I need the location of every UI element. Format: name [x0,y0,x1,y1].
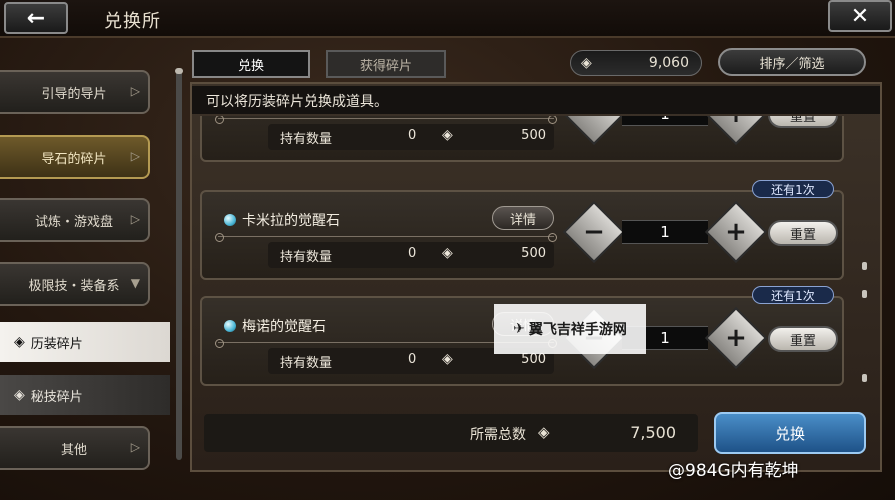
sidebar-item-secret-fragments[interactable]: ◈ 秘技碎片 [0,375,170,415]
sidebar-item-label: 导石的碎片 [41,151,107,167]
diamond-icon: ◈ [442,245,453,261]
scroll-knob[interactable] [862,374,867,382]
list-scrollbar[interactable] [862,262,867,386]
diamond-icon: ◈ [442,127,453,143]
diamond-icon: ◈ [14,334,25,350]
holdings-label: 持有数量 [280,132,333,147]
chevron-right-icon: ▷ [130,212,140,226]
watermark: ✈ 翼飞吉祥手游网 [494,304,646,354]
watermark-text: 翼飞吉祥手游网 [528,322,627,338]
scroll-knob[interactable] [862,262,867,270]
sidebar-item-label: 试炼・游戏盘 [34,214,113,230]
sidebar-item-limit-equipment[interactable]: 极限技・装备系 ▼ [0,262,150,306]
watermark-logo-icon: ✈ [513,321,525,337]
diamond-icon: ◈ [442,351,453,367]
sidebar-item-label: 极限技・装备系 [28,278,120,294]
back-button[interactable]: ← [4,2,68,34]
awakening-stone-icon [224,214,236,226]
sidebar-item-label: 其他 [60,442,87,458]
chevron-right-icon: ▷ [130,84,140,98]
plus-icon: + [725,323,747,353]
sidebar-item-label: 引导的导片 [41,86,107,102]
total-cost-bar: 所需总数 ◈ 7,500 [204,414,698,452]
owned-count: 0 [408,352,417,367]
holdings-label: 持有数量 [280,356,333,371]
sidebar-scrollbar[interactable] [176,70,182,460]
currency-value: 9,060 [648,55,689,71]
item-name: 梅诺的觉醒石 [224,316,326,336]
sidebar-scroll-thumb[interactable] [175,68,183,74]
item-name-label: 梅诺的觉醒石 [242,319,326,335]
quantity-value: 1 [622,220,708,244]
close-button[interactable]: ✕ [828,0,892,32]
divider [215,233,557,242]
sidebar-item-guide-stone-fragments[interactable]: 导石的碎片 ▷ [0,135,150,179]
plus-icon: + [716,116,756,134]
scroll-knob[interactable] [862,290,867,298]
increase-quantity-button[interactable]: + [704,200,768,264]
description-text: 可以将历装碎片兑换成道具。 [192,86,880,114]
diamond-icon: ◈ [538,423,550,441]
close-icon: ✕ [850,3,870,29]
item-cost: 500 [521,128,546,143]
diamond-icon: ◈ [14,387,25,403]
quantity-value: 1 [622,116,708,126]
list-item: 持有数量 0 ◈ 500 − 1 + 重置 [200,116,844,162]
item-name: 卡米拉的觉醒石 [224,210,340,230]
sidebar-item-guide-fragments[interactable]: 引导的导片 ▷ [0,70,150,114]
holdings-label: 持有数量 [280,250,333,265]
tab-obtain-fragments[interactable]: 获得碎片 [326,50,446,78]
back-arrow-icon: ← [26,5,46,31]
plus-icon: + [725,217,747,247]
diamond-icon: ◈ [581,55,592,71]
currency-display: ◈ 9,060 [570,50,702,76]
sidebar-item-label: 秘技碎片 [30,389,83,405]
list-item: 还有1次 卡米拉的觉醒石 详情 持有数量 0 ◈ 500 − 1 + 重置 [200,180,844,280]
remaining-badge: 还有1次 [752,180,834,198]
owned-count: 0 [408,128,417,143]
total-label: 所需总数 [470,427,526,443]
sort-filter-button[interactable]: 排序／筛选 [718,48,866,76]
item-cost: 500 [521,246,546,261]
sidebar-item-trial-board[interactable]: 试炼・游戏盘 ▷ [0,198,150,242]
holdings-row: 持有数量 0 ◈ 500 [268,124,554,150]
minus-icon: − [574,116,614,134]
page-title: 兑换所 [104,11,161,32]
details-button[interactable]: 详情 [492,206,554,230]
sidebar-item-armament-fragments[interactable]: ◈ 历装碎片 [0,322,170,362]
credit-text: @984G内有乾坤 [668,461,799,481]
owned-count: 0 [408,246,417,261]
item-name-label: 卡米拉的觉醒石 [242,213,340,229]
chevron-right-icon: ▷ [130,440,140,454]
holdings-row: 持有数量 0 ◈ 500 [268,242,554,268]
sidebar-item-other[interactable]: 其他 ▷ [0,426,150,470]
chevron-down-icon: ▼ [130,276,140,290]
exchange-button[interactable]: 兑换 [714,412,866,454]
awakening-stone-icon [224,320,236,332]
reset-button[interactable]: 重置 [768,326,838,352]
reset-button[interactable]: 重置 [768,220,838,246]
total-value: 7,500 [630,423,676,442]
reset-button[interactable]: 重置 [768,116,838,128]
item-cost: 500 [521,352,546,367]
increase-quantity-button[interactable]: + [704,116,768,146]
tab-exchange[interactable]: 兑换 [192,50,310,78]
minus-icon: − [583,217,605,247]
divider [215,116,557,124]
remaining-badge: 还有1次 [752,286,834,304]
decrease-quantity-button[interactable]: − [562,200,626,264]
sidebar-item-label: 历装碎片 [30,336,83,352]
increase-quantity-button[interactable]: + [704,306,768,370]
decrease-quantity-button[interactable]: − [562,116,626,146]
chevron-right-icon: ▷ [130,149,140,163]
